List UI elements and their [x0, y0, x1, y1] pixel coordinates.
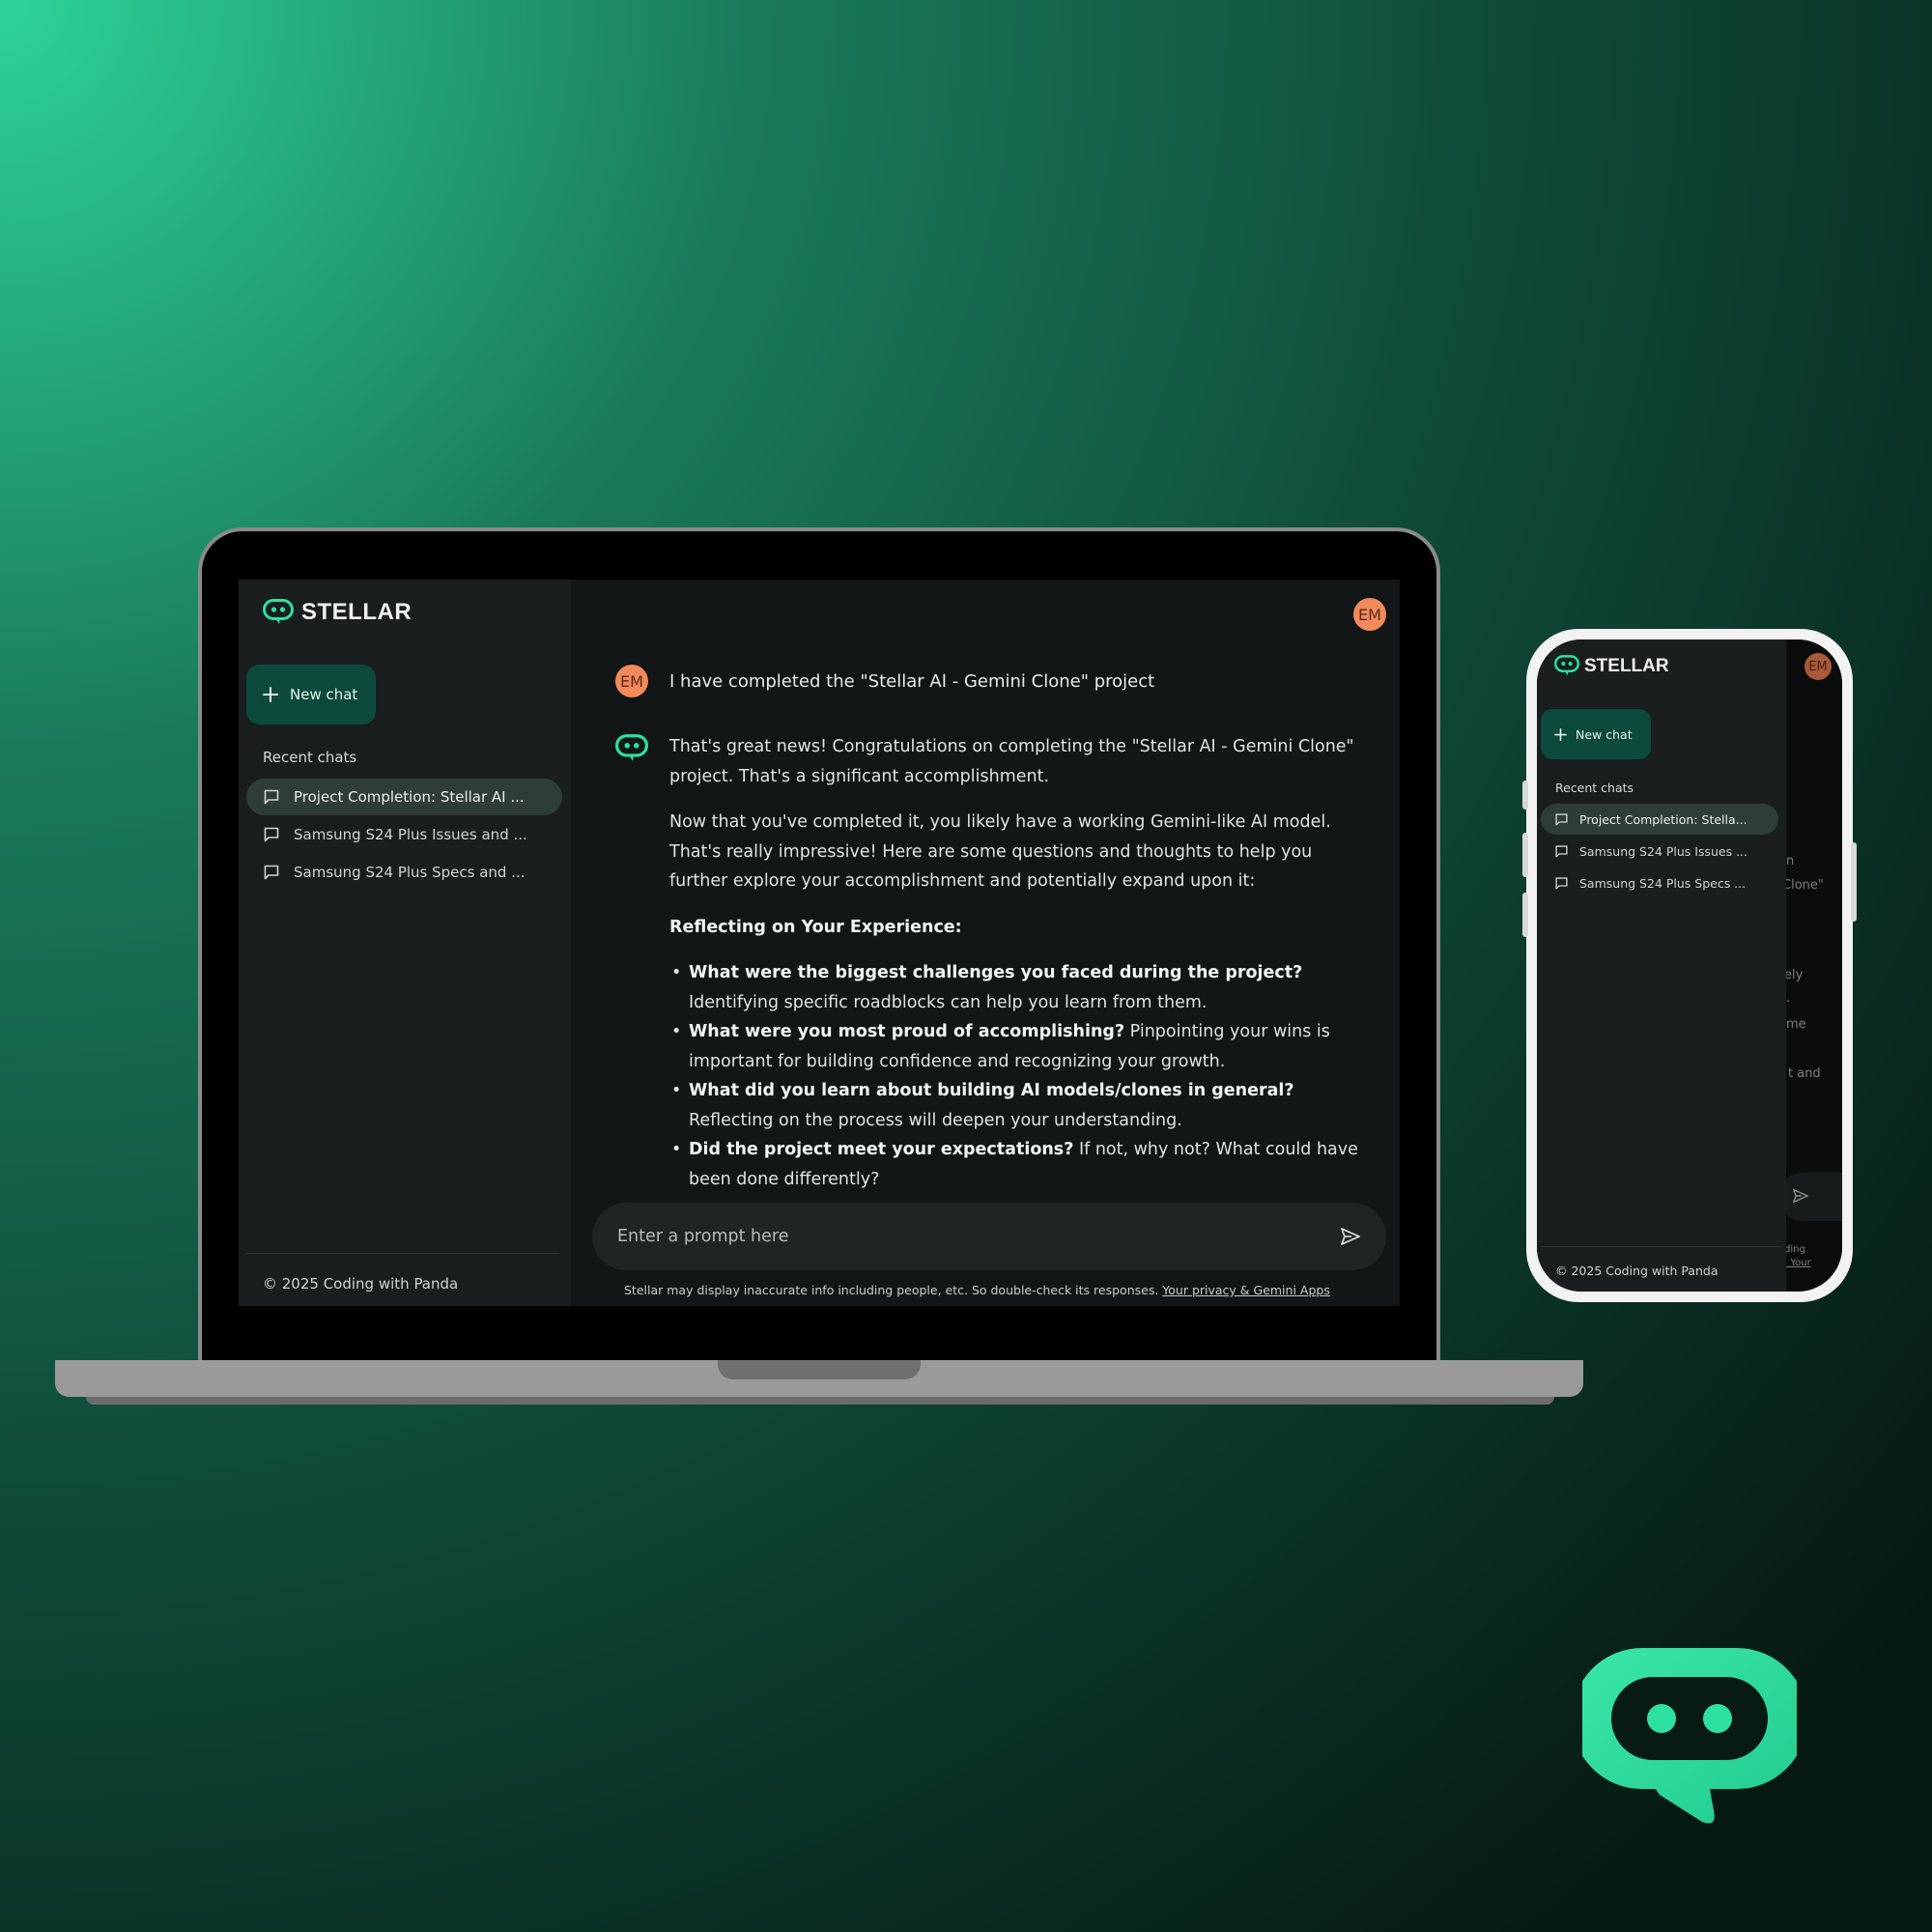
recent-chat-item[interactable]: Samsung S24 Plus Specs and ... — [246, 854, 562, 891]
plus-icon — [1554, 727, 1567, 741]
prompt-bar — [592, 1203, 1386, 1270]
disclaimer: Stellar may display inaccurate info incl… — [624, 1283, 1330, 1297]
phone-button — [1522, 893, 1528, 937]
phone-screen: EM n Clone" ely . me t and ding . Your S… — [1537, 639, 1842, 1292]
recent-chat-item[interactable]: Project Completion: Stella... — [1541, 804, 1778, 835]
bot-bullet: Did the project meet your expectations? … — [671, 1135, 1359, 1194]
brand-name: STELLAR — [1584, 655, 1669, 676]
new-chat-label: New chat — [1576, 726, 1633, 742]
user-avatar[interactable]: EM — [1353, 598, 1386, 631]
recent-chat-label: Samsung S24 Plus Specs and ... — [294, 864, 526, 881]
prompt-input[interactable] — [617, 1227, 1293, 1246]
phone-button — [1522, 781, 1528, 810]
peek-text: . Your — [1784, 1258, 1811, 1268]
new-chat-button[interactable]: New chat — [246, 665, 376, 724]
logo-icon — [1554, 655, 1579, 677]
recent-chat-label: Project Completion: Stella... — [1579, 811, 1747, 827]
recent-chat-label: Samsung S24 Plus Issues ... — [1579, 843, 1747, 859]
phone-sidebar: STELLAR New chat Recent chats Project Co… — [1537, 639, 1786, 1292]
phone-prompt-bar[interactable] — [1778, 1173, 1842, 1221]
bot-bullet: What were you most proud of accomplishin… — [671, 1017, 1359, 1076]
sidebar-divider — [246, 1253, 559, 1254]
peek-text: . — [1786, 991, 1791, 1006]
message-square-icon — [1554, 844, 1569, 859]
phone-brand: STELLAR — [1554, 655, 1669, 677]
bot-avatar-icon — [615, 732, 648, 1194]
phone-recent-chats-list: Project Completion: Stella... Samsung S2… — [1541, 804, 1778, 899]
chat-main: EM EM I have completed the "Stellar AI -… — [571, 580, 1400, 1306]
brand-name: STELLAR — [301, 599, 412, 625]
bot-message-body: That's great news! Congratulations on co… — [669, 732, 1359, 1194]
bot-bullet: What did you learn about building AI mod… — [671, 1076, 1359, 1135]
sidebar-divider — [1541, 1246, 1782, 1247]
plus-icon — [263, 687, 278, 702]
laptop-screen: STELLAR New chat Recent chats Project Co… — [239, 580, 1400, 1306]
phone-user-avatar[interactable]: EM — [1804, 653, 1832, 680]
peek-text: me — [1786, 1017, 1806, 1032]
message-square-icon — [263, 864, 280, 881]
sidebar: STELLAR New chat Recent chats Project Co… — [239, 580, 571, 1306]
send-icon[interactable] — [1340, 1227, 1361, 1246]
peek-text: ding — [1784, 1244, 1805, 1255]
recent-chats-heading: Recent chats — [263, 749, 357, 766]
user-message: EM I have completed the "Stellar AI - Ge… — [615, 665, 1154, 697]
bot-message: That's great news! Congratulations on co… — [615, 732, 1359, 1194]
phone-button — [1522, 833, 1528, 877]
laptop-base-shadow — [86, 1397, 1554, 1405]
message-square-icon — [1554, 812, 1569, 827]
message-square-icon — [263, 788, 280, 806]
bot-bullet: What were the biggest challenges you fac… — [671, 958, 1359, 1017]
big-logo-icon — [1582, 1648, 1797, 1830]
recent-chat-item[interactable]: Samsung S24 Plus Issues ... — [1541, 836, 1778, 867]
logo-icon — [263, 599, 294, 626]
laptop-notch — [718, 1360, 921, 1379]
phone-button — [1851, 842, 1857, 922]
bot-bullet-list: What were the biggest challenges you fac… — [671, 958, 1359, 1194]
recent-chat-item[interactable]: Project Completion: Stellar AI ... — [246, 779, 562, 815]
sidebar-footer: © 2025 Coding with Panda — [1555, 1264, 1719, 1278]
bot-section-heading: Reflecting on Your Experience: — [669, 917, 962, 937]
message-square-icon — [1554, 876, 1569, 891]
recent-chats-heading: Recent chats — [1555, 781, 1634, 795]
message-user-avatar: EM — [615, 665, 648, 697]
recent-chat-label: Samsung S24 Plus Issues and ... — [294, 826, 527, 843]
recent-chat-label: Project Completion: Stellar AI ... — [294, 788, 525, 806]
user-message-text: I have completed the "Stellar AI - Gemin… — [669, 670, 1155, 692]
peek-text: Clone" — [1782, 878, 1824, 893]
recent-chat-item[interactable]: Samsung S24 Plus Specs ... — [1541, 867, 1778, 898]
brand: STELLAR — [263, 599, 412, 626]
peek-text: n — [1786, 854, 1795, 868]
bot-paragraph: That's great news! Congratulations on co… — [669, 737, 1354, 786]
peek-text: ely — [1784, 968, 1804, 982]
recent-chats-list: Project Completion: Stellar AI ... Samsu… — [246, 779, 562, 892]
privacy-link[interactable]: Your privacy & Gemini Apps — [1162, 1283, 1330, 1297]
new-chat-label: New chat — [290, 686, 358, 703]
bot-paragraph: Now that you've completed it, you likely… — [669, 812, 1331, 891]
send-icon[interactable] — [1792, 1188, 1809, 1204]
peek-text: t and — [1788, 1066, 1821, 1081]
recent-chat-item[interactable]: Samsung S24 Plus Issues and ... — [246, 816, 562, 853]
message-square-icon — [263, 826, 280, 843]
sidebar-footer: © 2025 Coding with Panda — [263, 1275, 459, 1293]
recent-chat-label: Samsung S24 Plus Specs ... — [1579, 875, 1747, 891]
phone-new-chat-button[interactable]: New chat — [1541, 709, 1651, 759]
